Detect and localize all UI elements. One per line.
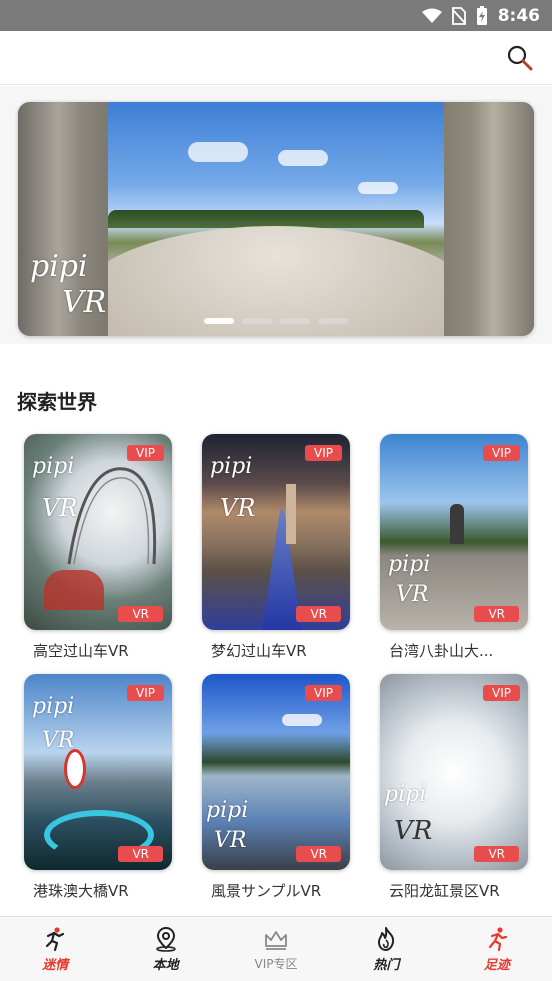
card-watermark-vr: VR xyxy=(394,816,433,846)
nav-label: 迷情 xyxy=(42,957,69,973)
nav-label: 热门 xyxy=(373,957,400,973)
vr-badge: VR xyxy=(296,606,341,622)
crown-icon xyxy=(265,930,287,950)
tower-shape xyxy=(286,484,296,544)
vr-card[interactable]: pipi VR VIP VR 高空过山车VR xyxy=(24,434,172,661)
vr-card-title: 港珠澳大橋VR xyxy=(33,882,129,900)
vr-badge: VR xyxy=(474,846,519,862)
card-watermark-vr: VR xyxy=(220,494,256,522)
runner-icon xyxy=(46,926,65,951)
vr-card[interactable]: pipi VR VIP VR 云阳龙缸景区VR xyxy=(380,674,528,901)
bottom-nav: 迷情 本地 VIP专区 热门 足迹 xyxy=(0,916,552,981)
cloud-shape xyxy=(188,142,248,162)
search-button[interactable] xyxy=(506,44,534,72)
app-header xyxy=(0,31,552,85)
nav-label: VIP专区 xyxy=(254,956,298,971)
vip-badge: VIP xyxy=(127,685,164,701)
carousel-indicator xyxy=(18,318,534,324)
location-pin-icon xyxy=(155,926,176,952)
card-watermark-pipi: pipi xyxy=(206,798,249,823)
nav-tab-local[interactable]: 本地 xyxy=(110,917,220,981)
no-sim-icon xyxy=(451,6,466,25)
battery-charging-icon xyxy=(476,5,488,26)
nav-tab-vip[interactable]: VIP专区 xyxy=(221,917,331,981)
carousel-dot[interactable] xyxy=(242,318,272,324)
statue-shape xyxy=(450,504,464,544)
vr-badge: VR xyxy=(118,606,163,622)
rollercoaster-track xyxy=(67,467,157,565)
vr-badge: VR xyxy=(474,606,519,622)
card-watermark-vr: VR xyxy=(396,582,429,607)
vr-card[interactable]: pipi VR VIP VR 風景サンプルVR xyxy=(202,674,350,901)
vr-badge: VR xyxy=(296,846,341,862)
vip-badge: VIP xyxy=(483,685,520,701)
vr-card-thumbnail: pipi VR VIP VR xyxy=(380,674,528,870)
card-watermark-pipi: pipi xyxy=(210,454,253,479)
vr-card-thumbnail: pipi VR VIP VR xyxy=(380,434,528,630)
vr-card-title: 台湾八卦山大... xyxy=(389,642,494,660)
vr-badge: VR xyxy=(118,846,163,862)
footprint-runner-icon xyxy=(488,926,507,951)
vr-card-title: 風景サンプルVR xyxy=(211,882,322,900)
vr-card-thumbnail: pipi VR VIP VR xyxy=(24,434,172,630)
vip-badge: VIP xyxy=(305,445,342,461)
vr-card-title: 云阳龙缸景区VR xyxy=(389,882,500,900)
vr-card[interactable]: pipi VR VIP VR 台湾八卦山大... xyxy=(380,434,528,661)
card-watermark-vr: VR xyxy=(42,494,78,522)
carousel-dot[interactable] xyxy=(280,318,310,324)
vr-card-thumbnail: pipi VR VIP VR xyxy=(24,674,172,870)
status-bar: 8:46 xyxy=(0,0,552,31)
banner-watermark-vr: VR xyxy=(62,285,107,320)
flame-icon xyxy=(378,926,395,951)
coaster-car xyxy=(44,570,104,610)
banner-watermark-pipi: pipi xyxy=(30,249,88,284)
vr-card-title: 梦幻过山车VR xyxy=(211,642,307,660)
nav-tab-miqing[interactable]: 迷情 xyxy=(0,917,110,981)
nav-tab-hot[interactable]: 热门 xyxy=(331,917,441,981)
cloud-shape xyxy=(358,182,398,194)
search-icon xyxy=(507,45,533,71)
nav-label: 足迹 xyxy=(483,957,510,973)
vip-badge: VIP xyxy=(127,445,164,461)
cloud-shape xyxy=(278,150,328,166)
road-sign-shape xyxy=(64,749,86,789)
wifi-icon xyxy=(421,8,442,24)
vr-card-title: 高空过山车VR xyxy=(33,642,129,660)
carousel-dot[interactable] xyxy=(204,318,234,324)
vr-card-thumbnail: pipi VR VIP VR xyxy=(202,434,350,630)
vip-badge: VIP xyxy=(305,685,342,701)
status-time: 8:46 xyxy=(497,5,540,26)
vip-badge: VIP xyxy=(483,445,520,461)
vr-card-thumbnail: pipi VR VIP VR xyxy=(202,674,350,870)
card-watermark-pipi: pipi xyxy=(32,694,75,719)
banner-area: pipi VR xyxy=(0,86,552,344)
banner-carousel[interactable]: pipi VR xyxy=(18,102,534,336)
card-watermark-pipi: pipi xyxy=(388,552,431,577)
card-watermark-vr: VR xyxy=(214,828,247,853)
card-watermark-pipi: pipi xyxy=(384,782,427,807)
nav-tab-footprint[interactable]: 足迹 xyxy=(442,917,552,981)
card-watermark-pipi: pipi xyxy=(32,454,75,479)
nav-label: 本地 xyxy=(152,957,179,973)
vr-card[interactable]: pipi VR VIP VR 港珠澳大橋VR xyxy=(24,674,172,901)
cloud-shape xyxy=(282,714,322,726)
carousel-dot[interactable] xyxy=(318,318,348,324)
section-title: 探索世界 xyxy=(17,390,97,414)
column-right xyxy=(444,102,534,336)
vr-card[interactable]: pipi VR VIP VR 梦幻过山车VR xyxy=(202,434,350,661)
card-watermark-vr: VR xyxy=(42,728,75,753)
